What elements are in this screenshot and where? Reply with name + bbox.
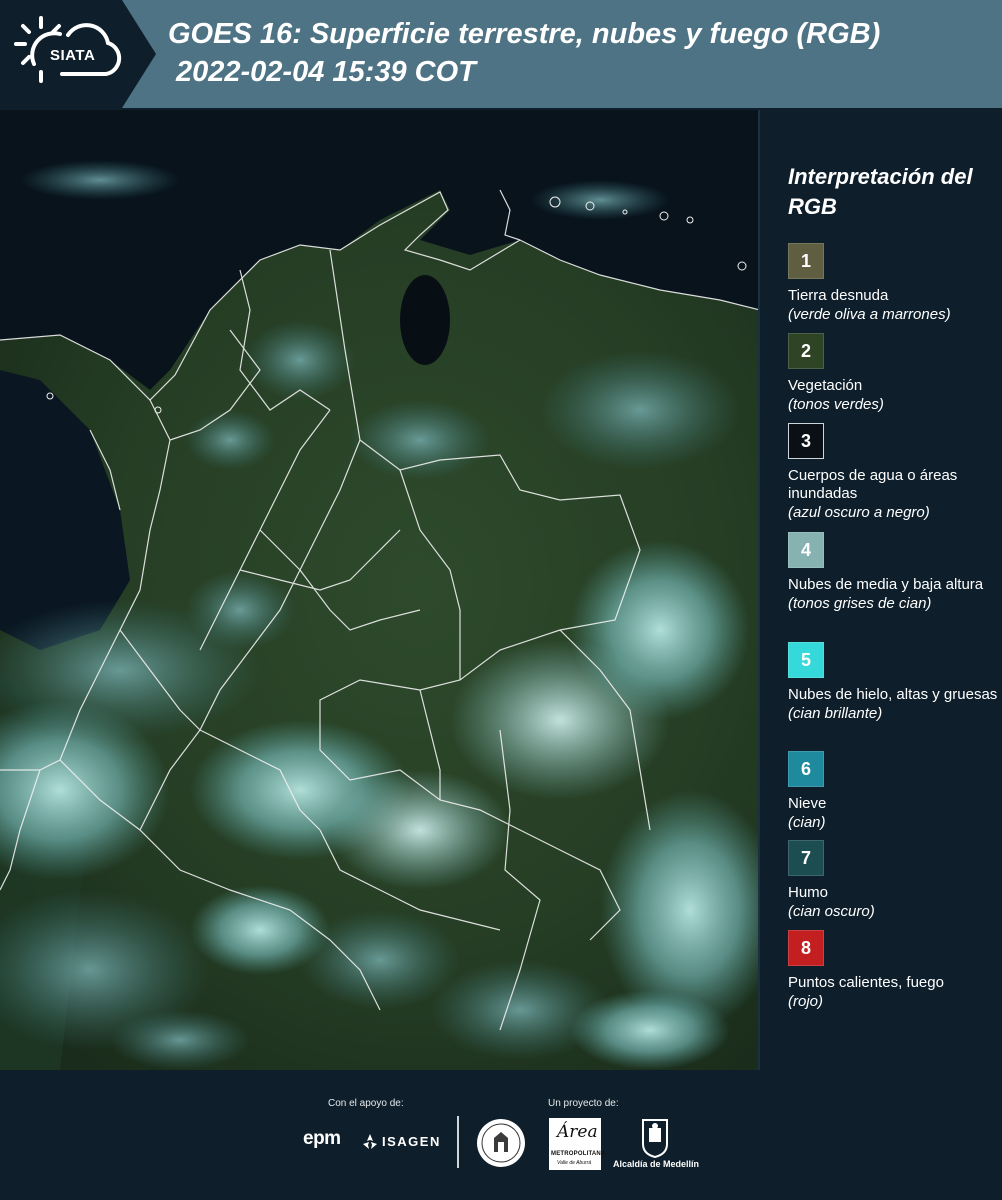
legend-label: Nubes de hielo, altas y gruesas (788, 686, 998, 703)
rgb-legend: Interpretación del RGB 1 Tierra desnuda … (760, 110, 1002, 1070)
legend-desc: (rojo) (788, 993, 824, 1010)
legend-swatch: 2 (788, 333, 824, 369)
siata-logo: SIATA (0, 0, 156, 108)
area-logo-title: Área (557, 1122, 598, 1142)
legend-title: Interpretación del RGB (788, 164, 973, 219)
legend-label: Tierra desnuda (788, 287, 889, 304)
legend-item-ice-clouds: 5 Nubes de hielo, altas y gruesas (cian … (788, 642, 1000, 723)
image-datetime: 2022-02-04 15:39 COT (176, 56, 476, 88)
legend-item-bare-soil: 1 Tierra desnuda (verde oliva a marrones… (788, 243, 1000, 324)
area-logo-sub: METROPOLITANA (551, 1151, 606, 1157)
lake-maracaibo (400, 275, 450, 365)
legend-desc: (cian) (788, 814, 826, 831)
legend-swatch: 3 (788, 423, 824, 459)
project-label: Un proyecto de: (548, 1098, 619, 1109)
legend-item-fire: 8 Puntos calientes, fuego (rojo) (788, 930, 1000, 1011)
legend-label: Vegetación (788, 377, 863, 394)
legend-swatch: 4 (788, 532, 824, 568)
legend-desc: (cian oscuro) (788, 903, 875, 920)
alcaldia-logo-text: Alcaldía de Medellín (613, 1159, 700, 1169)
legend-swatch: 7 (788, 840, 824, 876)
page-title: GOES 16: Superficie terrestre, nubes y f… (168, 18, 881, 50)
area-metropolitana-logo: Área METROPOLITANA Valle de Aburrá (549, 1118, 605, 1170)
legend-label: Puntos calientes, fuego (788, 974, 944, 991)
legend-desc: (tonos verdes) (788, 396, 884, 413)
satellite-rgb-image (0, 110, 758, 1070)
legend-label: Humo (788, 884, 829, 901)
legend-desc: (cian brillante) (788, 705, 883, 722)
medellin-shield-icon (642, 1119, 668, 1158)
footer-sponsors: Con el apoyo de: Un proyecto de: epm ISA… (0, 1070, 1002, 1200)
support-label: Con el apoyo de: (328, 1098, 404, 1109)
legend-label: Nubes de media y baja altura (788, 576, 984, 593)
legend-item-water: 3 Cuerpos de agua o áreas inundadas (azu… (788, 423, 1000, 522)
legend-swatch: 1 (788, 243, 824, 279)
satellite-map[interactable] (0, 110, 760, 1070)
legend-swatch: 8 (788, 930, 824, 966)
legend-item-low-clouds: 4 Nubes de media y baja altura (tonos gr… (788, 532, 1000, 613)
legend-swatch: 5 (788, 642, 824, 678)
header-bar: SIATA GOES 16: Superficie terrestre, nub… (0, 0, 1002, 108)
area-logo-sub2: Valle de Aburrá (557, 1160, 592, 1166)
legend-label: Cuerpos de agua o áreas inundadas (788, 467, 958, 502)
legend-swatch: 6 (788, 751, 824, 787)
legend-desc: (tonos grises de cian) (788, 595, 932, 612)
legend-label: Nieve (788, 795, 827, 812)
university-seal-icon (477, 1119, 525, 1167)
legend-item-smoke: 7 Humo (cian oscuro) (788, 840, 1000, 921)
footer-divider (457, 1116, 459, 1168)
legend-item-snow: 6 Nieve (cian) (788, 751, 1000, 832)
epm-logo: epm (303, 1128, 341, 1149)
logo-text: SIATA (50, 47, 96, 64)
legend-item-vegetation: 2 Vegetación (tonos verdes) (788, 333, 1000, 414)
legend-desc: (verde oliva a marrones) (788, 306, 951, 323)
isagen-logo: ISAGEN (382, 1134, 441, 1149)
legend-desc: (azul oscuro a negro) (788, 504, 930, 521)
isagen-icon (363, 1134, 377, 1149)
